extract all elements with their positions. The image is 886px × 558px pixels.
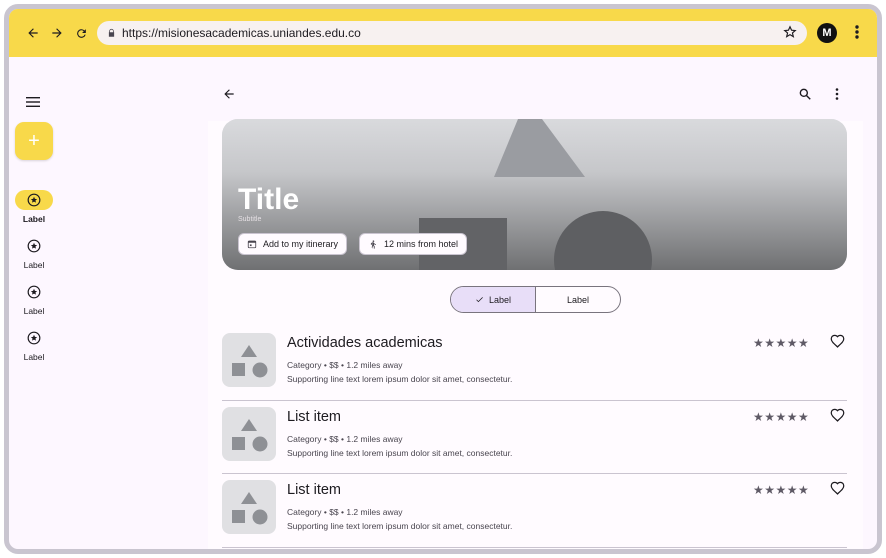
top-app-bar — [208, 57, 863, 121]
back-arrow-icon — [224, 89, 234, 99]
forward-arrow-icon — [52, 28, 62, 38]
profile-avatar[interactable]: M — [817, 23, 837, 43]
navigation-rail: + Label Label Label Label — [9, 57, 89, 549]
browser-forward-button[interactable] — [45, 21, 69, 45]
thumbnail — [222, 406, 276, 461]
list-item[interactable]: List item Category • $$ • 1.2 miles away… — [222, 401, 847, 474]
heart-icon — [830, 334, 845, 348]
check-icon — [476, 297, 483, 303]
star-circle-icon — [27, 239, 41, 253]
browser-reload-button[interactable] — [69, 21, 93, 45]
list-item-support: Supporting line text lorem ipsum dolor s… — [287, 521, 513, 531]
hero-subtitle: Subtitle — [238, 216, 262, 223]
rating-stars: ★★★★★ — [753, 409, 810, 424]
app-frame: https://misionesacademicas.uniandes.edu.… — [4, 4, 882, 554]
rail-item-3[interactable]: Label — [9, 282, 59, 316]
favorite-button[interactable] — [830, 334, 845, 353]
list-item-meta: Category • $$ • 1.2 miles away — [287, 507, 403, 517]
rail-item-2[interactable]: Label — [9, 236, 59, 270]
menu-button[interactable] — [26, 95, 40, 113]
add-to-itinerary-chip[interactable]: Add to my itinerary — [238, 233, 348, 255]
rail-item-4[interactable]: Label — [9, 328, 59, 362]
list-item-title: List item — [287, 482, 341, 498]
rail-item-label: Label — [23, 306, 45, 316]
calendar-icon — [247, 240, 257, 249]
list-item-title: Actividades academicas — [287, 335, 443, 351]
search-icon — [799, 88, 811, 100]
back-arrow-icon — [28, 28, 38, 38]
more-vert-icon — [855, 25, 859, 39]
list-item-meta: Category • $$ • 1.2 miles away — [287, 433, 403, 444]
results-list: Actividades academicas Category • $$ • 1… — [222, 327, 847, 548]
hero-title: Title — [238, 183, 300, 216]
thumbnail — [222, 480, 276, 534]
rail-item-indicator — [15, 236, 53, 256]
star-circle-icon — [27, 285, 41, 299]
hamburger-icon — [26, 97, 40, 107]
url-text: https://misionesacademicas.uniandes.edu.… — [122, 26, 361, 40]
rail-item-label: Label — [23, 260, 45, 270]
segmented-button: Label Label — [450, 286, 621, 313]
rating-stars: ★★★★★ — [753, 483, 810, 497]
list-item[interactable]: List item Category • $$ • 1.2 miles away… — [222, 474, 847, 548]
shapes-placeholder-icon — [232, 345, 268, 378]
list-item-title: List item — [287, 408, 341, 425]
list-item-support: Supporting line text lorem ipsum dolor s… — [287, 374, 513, 384]
thumbnail — [222, 333, 276, 387]
chip-label: 12 mins from hotel — [384, 239, 459, 249]
address-bar[interactable]: https://misionesacademicas.uniandes.edu.… — [97, 21, 807, 45]
heart-icon — [830, 481, 845, 495]
hero-card: Title Subtitle Add to my itinerary 12 mi… — [222, 119, 847, 270]
rail-item-1[interactable]: Label — [9, 190, 59, 224]
more-options-button[interactable] — [832, 87, 842, 106]
segment-label: Label — [566, 294, 590, 305]
back-button[interactable] — [222, 87, 236, 106]
star-bookmark-icon[interactable] — [783, 25, 797, 39]
rail-item-label: Label — [23, 352, 45, 362]
walk-icon — [370, 239, 376, 249]
more-vert-icon — [835, 88, 839, 100]
rating-stars: ★★★★★ — [753, 336, 810, 350]
rail-item-indicator — [15, 328, 53, 348]
shapes-placeholder-icon — [232, 418, 268, 451]
segment-label: Label — [488, 294, 512, 305]
list-item-support: Supporting line text lorem ipsum dolor s… — [287, 447, 513, 458]
lock-icon — [108, 28, 115, 37]
chip-label: Add to my itinerary — [263, 239, 339, 249]
list-item[interactable]: Actividades academicas Category • $$ • 1… — [222, 327, 847, 401]
favorite-button[interactable] — [830, 408, 845, 427]
star-circle-icon — [27, 331, 41, 345]
heart-icon — [830, 408, 845, 422]
search-button[interactable] — [798, 87, 812, 106]
plus-icon: + — [28, 129, 40, 152]
favorite-button[interactable] — [830, 481, 845, 500]
browser-back-button[interactable] — [21, 21, 45, 45]
reload-icon — [76, 28, 86, 38]
distance-chip[interactable]: 12 mins from hotel — [359, 233, 468, 255]
browser-toolbar: https://misionesacademicas.uniandes.edu.… — [9, 9, 877, 57]
segment-option-2[interactable]: Label — [536, 287, 620, 312]
segment-option-1[interactable]: Label — [451, 287, 536, 312]
list-item-meta: Category • $$ • 1.2 miles away — [287, 360, 403, 370]
main-content: Title Subtitle Add to my itinerary 12 mi… — [208, 57, 863, 549]
star-circle-icon — [27, 193, 41, 207]
rail-item-label: Label — [22, 214, 46, 224]
browser-menu-button[interactable] — [849, 23, 865, 46]
rail-item-indicator — [15, 282, 53, 302]
fab-add-button[interactable]: + — [15, 122, 53, 160]
rail-item-indicator — [15, 190, 53, 210]
shapes-placeholder-icon — [232, 492, 268, 525]
